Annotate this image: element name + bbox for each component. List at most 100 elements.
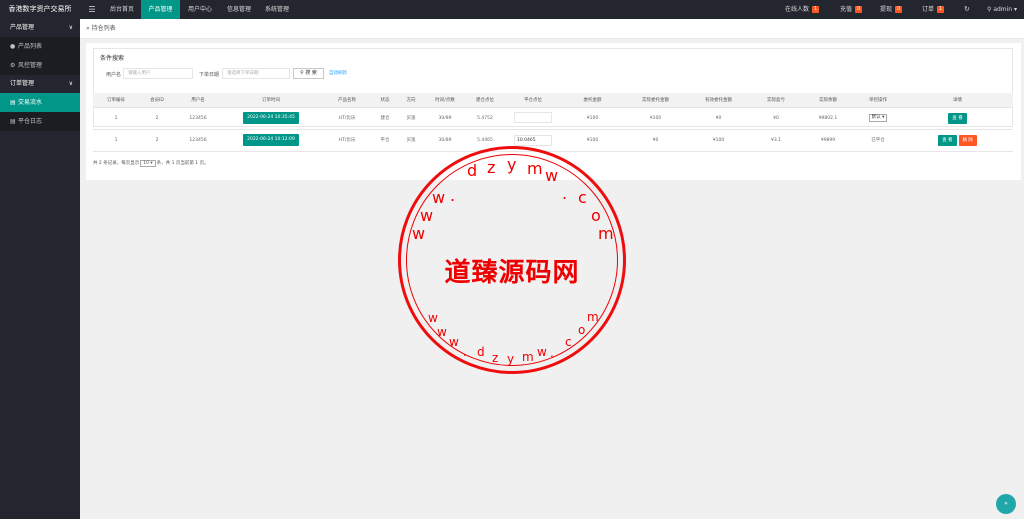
online-users[interactable]: 在线人数 1: [785, 0, 820, 19]
column-header: 订单时间: [221, 93, 321, 108]
watermark-letter: w: [412, 224, 426, 243]
amount-cell: ¥100: [561, 107, 624, 130]
user-label: 用户名: [106, 72, 122, 78]
order-id-cell: 1: [93, 129, 139, 152]
watermark-letter: w: [428, 311, 438, 325]
nav-home[interactable]: 后台首页: [101, 0, 143, 19]
orders-badge: 1: [937, 6, 945, 13]
sidebar-group-products[interactable]: 产品管理 ∨: [0, 19, 80, 37]
online-badge: 1: [812, 6, 820, 13]
sidebar: 产品管理 ∨ ● 产品列表 ⚙ 风控管理 订单管理 ∨ ▤ 交易流水 ▤ 平仓日志: [0, 19, 80, 519]
withdraw-badge: 0: [895, 6, 903, 13]
withdraw-link[interactable]: 提现 0: [880, 0, 903, 19]
orders-table: 订单编号 会员ID 用户名 订单时间 产品名称 状态 方向 时间/点数 建仓点位 平仓点位 委托金额…: [93, 93, 1013, 152]
close-price-input[interactable]: 10.0465: [514, 134, 552, 146]
watermark-letter: m: [527, 159, 543, 178]
column-header: 实际余额: [802, 93, 854, 108]
close-price-input[interactable]: [514, 111, 552, 123]
watermark-letter: .: [463, 345, 467, 359]
watermark-letter: o: [591, 206, 601, 225]
view-button[interactable]: 查 看: [938, 134, 957, 146]
table-row: 1 2 123456 2022-06-24 10:35:45 HT/比乐 建仓 买涨 30/8…: [93, 107, 1013, 130]
float-chat-icon[interactable]: »: [996, 494, 1016, 514]
profit-cell: ¥3.1: [750, 129, 802, 152]
watermark-letter: .: [550, 346, 554, 360]
open-price-cell: 5.4752: [465, 107, 505, 130]
watermark-letter: w: [420, 206, 434, 225]
nav-system[interactable]: 系统管理: [258, 0, 296, 19]
sidebar-item-close-log[interactable]: ▤ 平仓日志: [0, 112, 80, 131]
watermark-letter: m: [598, 224, 614, 243]
delete-button[interactable]: 删 除: [958, 134, 977, 146]
member-id-cell: 2: [139, 107, 175, 130]
top-bar: 香港数字资产交易所 ☰ 后台首页 产品管理 用户中心 信息管理 系统管理 在线人…: [0, 0, 1024, 19]
watermark-letter: c: [578, 188, 587, 207]
sidebar-item-risk-control[interactable]: ⚙ 风控管理: [0, 56, 80, 75]
watermark-letter: w: [449, 335, 459, 349]
refresh-icon[interactable]: ↻: [964, 0, 970, 19]
column-header: 单控操作: [854, 93, 902, 108]
column-header: 产品名称: [321, 93, 373, 108]
actions-cell: 查 看删 除: [902, 129, 1013, 152]
control-cell: 默认 ▾: [854, 107, 902, 130]
amount-cell: ¥100: [561, 129, 624, 152]
user-input[interactable]: 请输入用户: [123, 68, 193, 79]
watermark-letter: d: [467, 161, 478, 180]
watermark-letter: o: [578, 323, 586, 337]
seconds-cell: 30/89: [425, 107, 465, 130]
watermark-letter: y: [507, 352, 515, 366]
column-header: 实际盈亏: [750, 93, 802, 108]
gear-icon: ⚙: [10, 62, 16, 69]
auto-refresh-link[interactable]: 自动刷新: [329, 68, 347, 79]
username-cell: 123456: [175, 107, 221, 130]
column-header: 建仓点位: [465, 93, 505, 108]
real-amount-cell: ¥100: [624, 107, 687, 130]
watermark-letter: w: [545, 166, 559, 185]
column-header: 有效委托金额: [687, 93, 750, 108]
column-header: 委托金额: [561, 93, 624, 108]
order-time-cell: 2022-06-24 10:35:45: [221, 107, 321, 130]
column-header: 实际委托金额: [624, 93, 687, 108]
real-amount-cell: ¥0: [624, 129, 687, 152]
member-id-cell: 2: [139, 129, 175, 152]
search-legend: 条件搜索: [100, 55, 125, 62]
search-button[interactable]: ⚲ 搜 索: [293, 68, 324, 79]
user-menu[interactable]: ⚲ admin ▾: [987, 0, 1017, 19]
pagination: 共 2 条记录，每页显示 10 ▾ 条，共 1 页当前第 1 页。: [93, 160, 209, 167]
watermark-letter: .: [450, 186, 456, 205]
nav-products[interactable]: 产品管理: [141, 0, 180, 19]
sidebar-group-orders[interactable]: 订单管理 ∨: [0, 75, 80, 93]
order-time-badge: 2022-06-24 10:12:09: [243, 134, 299, 146]
list-icon: ▤: [10, 118, 16, 125]
watermark-letter: .: [562, 184, 568, 203]
view-button[interactable]: 查 看: [948, 112, 967, 124]
watermark-letter: y: [507, 155, 517, 174]
list-icon: ▤: [10, 99, 16, 106]
nav-info[interactable]: 信息管理: [220, 0, 258, 19]
chevron-down-icon: ∨: [68, 24, 73, 31]
page-size-select[interactable]: 10 ▾: [140, 160, 156, 167]
watermark-title: 道臻源码网: [444, 258, 580, 288]
valid-amount-cell: ¥0: [687, 107, 750, 130]
column-header: 方向: [397, 93, 425, 108]
table-row: 1 2 123456 2022-06-24 10:12:09 HT/比乐 平仓 买涨 30/8…: [93, 129, 1013, 152]
product-icon: ●: [10, 43, 16, 50]
profit-cell: ¥0: [750, 107, 802, 130]
sidebar-item-product-list[interactable]: ● 产品列表: [0, 37, 80, 56]
order-time-cell: 2022-06-24 10:12:09: [221, 129, 321, 152]
product-cell: HT/比乐: [321, 107, 373, 130]
control-cell: 已平仓: [854, 129, 902, 152]
menu-toggle-icon[interactable]: ☰: [86, 0, 98, 19]
column-header: 用户名: [175, 93, 221, 108]
app-logo[interactable]: 香港数字资产交易所: [0, 0, 80, 19]
watermark-letter: w: [432, 188, 446, 207]
control-select[interactable]: 默认 ▾: [868, 114, 888, 122]
recharge-link[interactable]: 充值 0: [840, 0, 863, 19]
orders-link[interactable]: 订单 1: [922, 0, 945, 19]
order-id-cell: 1: [93, 107, 139, 130]
direction-cell: 买涨: [397, 129, 425, 152]
watermark-letter: c: [565, 335, 572, 349]
nav-users[interactable]: 用户中心: [180, 0, 220, 19]
date-input[interactable]: 请选择下单日期: [222, 68, 290, 79]
sidebar-item-trade-flow[interactable]: ▤ 交易流水: [0, 93, 80, 112]
